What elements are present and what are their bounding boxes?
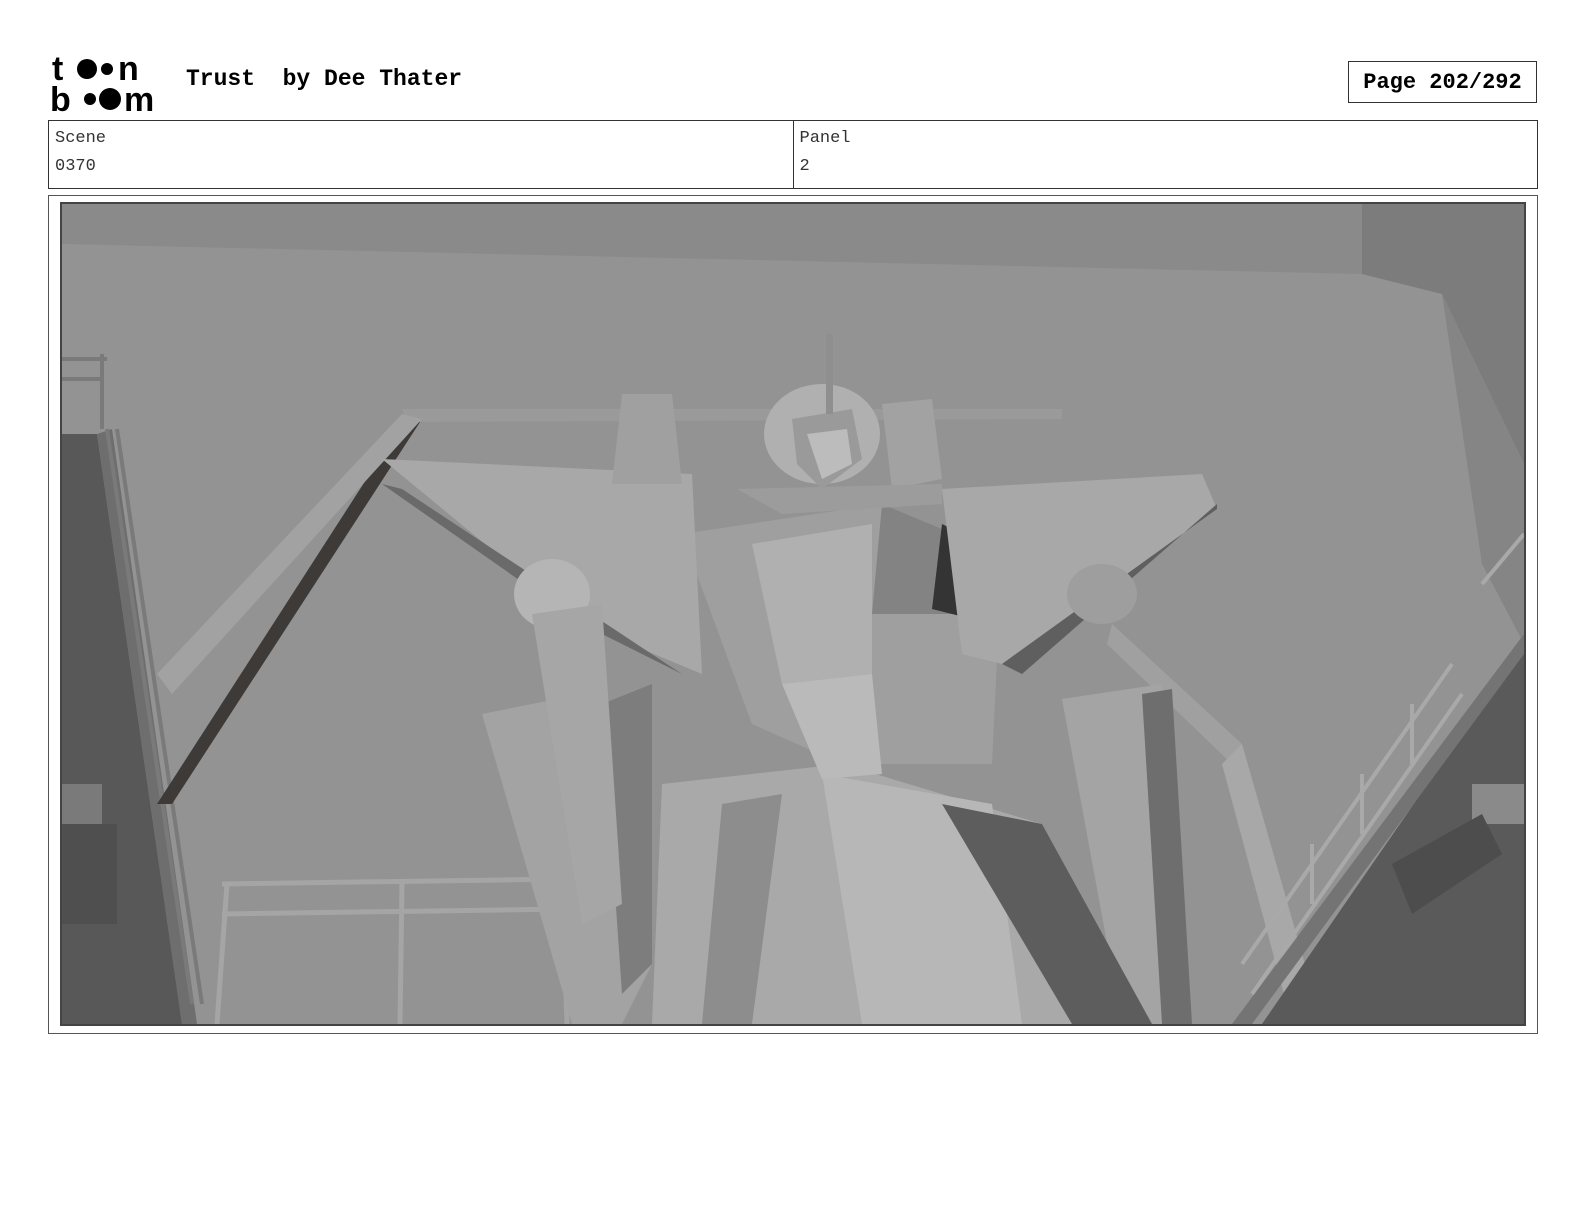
- toonboom-logo: t n b m: [50, 50, 165, 119]
- scene-cell: Scene 0370: [49, 121, 793, 188]
- panel-value: 2: [799, 157, 810, 176]
- scene-label: Scene: [55, 129, 107, 148]
- svg-text:m: m: [124, 81, 154, 114]
- svg-text:b: b: [50, 81, 71, 114]
- panel-cell: Panel 2: [792, 121, 1538, 188]
- scene-panel-table: Scene 0370 Panel 2: [48, 120, 1538, 189]
- document-title: Trust by Dee Thater: [186, 66, 463, 92]
- storyboard-panel-image: [60, 202, 1526, 1026]
- page-number-box: Page 202/292: [1348, 61, 1537, 103]
- page-number: Page 202/292: [1363, 69, 1522, 95]
- panel-label: Panel: [799, 129, 851, 148]
- scene-value: 0370: [55, 157, 96, 176]
